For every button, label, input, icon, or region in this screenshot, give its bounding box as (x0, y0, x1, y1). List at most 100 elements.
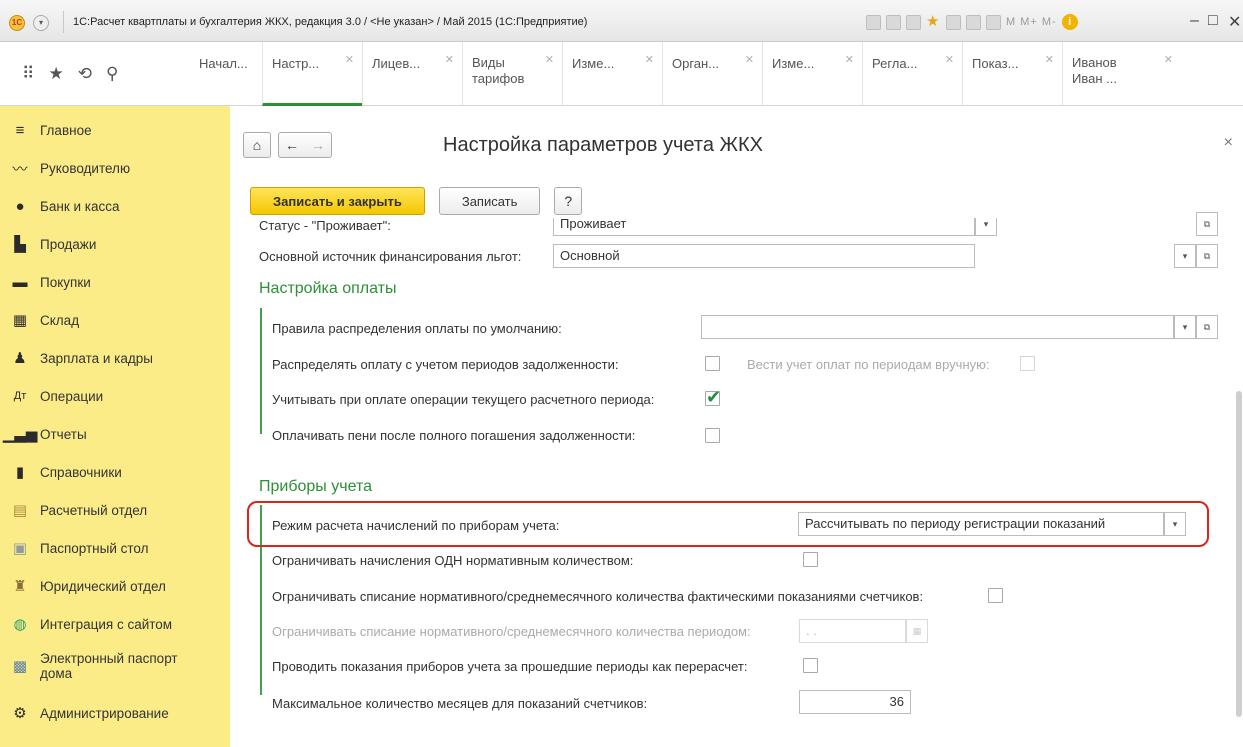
maximize-button[interactable]: □ (1208, 12, 1218, 30)
vertical-scrollbar[interactable] (1236, 391, 1242, 717)
forward-arrow-icon[interactable]: → (305, 137, 331, 153)
sidebar-item-calc-dept[interactable]: ▤ Расчетный отдел (0, 491, 230, 529)
tab-changes-2[interactable]: Изме... ✕ (762, 42, 862, 105)
current-period-checkbox[interactable] (705, 387, 721, 408)
sidebar-item-house-passport[interactable]: ▩ Электронный паспорт дома (0, 643, 230, 689)
sidebar-item-main[interactable]: ≡ Главное (0, 111, 230, 149)
app-logo-icon[interactable]: 1С (9, 15, 25, 31)
dropdown-button[interactable]: ▾ (1174, 315, 1196, 339)
save-icon[interactable] (866, 14, 881, 30)
search-icon[interactable]: ⚲ (106, 64, 118, 84)
calculator-icon[interactable] (966, 14, 981, 30)
open-button[interactable]: ⧉ (1196, 315, 1218, 339)
open-button[interactable]: ⧉ (1196, 244, 1218, 268)
preview-icon[interactable] (906, 14, 921, 30)
limit-writeoff-label: Ограничивать списание нормативного/средн… (272, 588, 924, 604)
dropdown-button[interactable]: ▾ (975, 218, 997, 236)
favorites-icon[interactable]: ★ (48, 64, 63, 84)
sidebar-item-operations[interactable]: Дт Операции (0, 377, 230, 415)
tab-label: Изме... (572, 56, 615, 71)
penalty-label: Оплачивать пени после полного погашения … (272, 427, 636, 443)
sidebar-item-label: Паспортный стол (40, 540, 149, 556)
sidebar-item-bank[interactable]: ● Банк и касса (0, 187, 230, 225)
tab-readings[interactable]: Показ... ✕ (962, 42, 1062, 105)
tab-regulations[interactable]: Регла... ✕ (862, 42, 962, 105)
calendar-picker-icon[interactable]: ▦ (906, 619, 928, 643)
close-form-button[interactable]: × (1224, 134, 1233, 152)
tab-close-icon[interactable]: ✕ (1045, 52, 1054, 68)
back-arrow-icon[interactable]: ← (279, 137, 305, 153)
dropdown-button[interactable]: ▾ (1164, 512, 1186, 536)
minimize-button[interactable]: – (1190, 12, 1199, 30)
calc-dept-icon: ▤ (12, 502, 28, 519)
penalty-checkbox[interactable] (705, 428, 720, 443)
tab-settings[interactable]: Настр... ✕ (262, 42, 362, 106)
sidebar-item-label: Зарплата и кадры (40, 350, 153, 366)
menu-icon: ≡ (15, 121, 25, 139)
max-months-field[interactable]: 36 (799, 690, 911, 714)
sidebar-item-reports[interactable]: ▁▃▅ Отчеты (0, 415, 230, 453)
dist-debt-checkbox[interactable] (705, 356, 720, 371)
tab-close-icon[interactable]: ✕ (745, 52, 754, 68)
sidebar-item-purchases[interactable]: ▬ Покупки (0, 263, 230, 301)
limit-odn-checkbox[interactable] (803, 552, 818, 567)
tab-user[interactable]: Иванов Иван ... ✕ (1062, 42, 1243, 105)
tab-close-icon[interactable]: ✕ (645, 52, 654, 68)
sidebar-item-sales[interactable]: ▙ Продажи (0, 225, 230, 263)
sidebar-item-label: Отчеты (40, 426, 87, 442)
form-content: Статус - "Проживает": Проживает ▾ Основн… (230, 218, 1230, 747)
limit-period-field[interactable]: . . (799, 619, 906, 643)
limit-writeoff-checkbox[interactable] (988, 588, 1003, 603)
history-icon[interactable]: ⟲ (78, 64, 92, 84)
tab-label: Изме... (772, 56, 815, 71)
manual-periods-checkbox[interactable] (1020, 356, 1035, 371)
sidebar-item-admin[interactable]: ⚙ Администрирование (0, 694, 230, 732)
tab-changes-1[interactable]: Изме... ✕ (562, 42, 662, 105)
calendar-icon[interactable] (986, 14, 1001, 30)
tab-organizations[interactable]: Орган... ✕ (662, 42, 762, 105)
info-icon[interactable]: i (1061, 14, 1078, 30)
sidebar-item-warehouse[interactable]: ▦ Склад (0, 301, 230, 339)
tab-label: Регла... (872, 56, 918, 71)
memory-buttons[interactable]: M M+ M- (1006, 16, 1057, 28)
sidebar-item-passport[interactable]: ▣ Паспортный стол (0, 529, 230, 567)
apps-grid-icon[interactable]: ⠿ (22, 64, 34, 84)
print-icon[interactable] (886, 14, 901, 30)
tab-accounts[interactable]: Лицев... ✕ (362, 42, 462, 105)
nav-buttons: ⌂ ← → (243, 132, 332, 158)
tab-close-icon[interactable]: ✕ (445, 52, 454, 68)
history-icon[interactable] (946, 14, 961, 30)
page-title: Настройка параметров учета ЖКХ (443, 134, 763, 156)
close-window-button[interactable]: ✕ (1228, 12, 1241, 32)
sidebar-item-label: Интеграция с сайтом (40, 616, 173, 632)
sidebar-item-label: Продажи (40, 236, 97, 252)
sidebar-item-label: Администрирование (40, 705, 169, 721)
tab-close-icon[interactable]: ✕ (945, 52, 954, 68)
sidebar-item-legal[interactable]: ♜ Юридический отдел (0, 567, 230, 605)
tab-label: Иван ... (1072, 71, 1117, 86)
sidebar-label-line: Электронный паспорт (40, 651, 178, 666)
tab-close-icon[interactable]: ✕ (845, 52, 854, 68)
tab-tariff-types[interactable]: Виды тарифов ✕ (462, 42, 562, 105)
favorites-star-icon[interactable]: ★ (926, 14, 941, 30)
status-field[interactable]: Проживает (553, 218, 975, 236)
tab-close-icon[interactable]: ✕ (345, 52, 354, 68)
sidebar-item-catalogs[interactable]: ▮ Справочники (0, 453, 230, 491)
tab-start[interactable]: Начал... (190, 42, 250, 105)
sidebar-item-payroll[interactable]: ♟ Зарплата и кадры (0, 339, 230, 377)
past-readings-checkbox[interactable] (803, 658, 818, 673)
tab-close-icon[interactable]: ✕ (1164, 52, 1173, 68)
open-button[interactable]: ⧉ (1196, 212, 1218, 236)
home-button[interactable]: ⌂ (243, 132, 271, 158)
sidebar-item-site-integration[interactable]: ◍ Интеграция с сайтом (0, 605, 230, 643)
sidebar-item-manager[interactable]: 〰 Руководителю (0, 149, 230, 187)
tab-close-icon[interactable]: ✕ (545, 52, 554, 68)
calc-mode-field[interactable]: Рассчитывать по периоду регистрации пока… (798, 512, 1164, 536)
main-menu-button[interactable]: ▾ (33, 15, 49, 31)
dist-rules-field[interactable] (701, 315, 1174, 339)
save-button[interactable]: Записать (438, 187, 541, 215)
help-button[interactable]: ? (554, 187, 583, 215)
funding-field[interactable]: Основной (553, 244, 975, 268)
dropdown-button[interactable]: ▾ (1174, 244, 1196, 268)
save-and-close-button[interactable]: Записать и закрыть (250, 187, 425, 215)
